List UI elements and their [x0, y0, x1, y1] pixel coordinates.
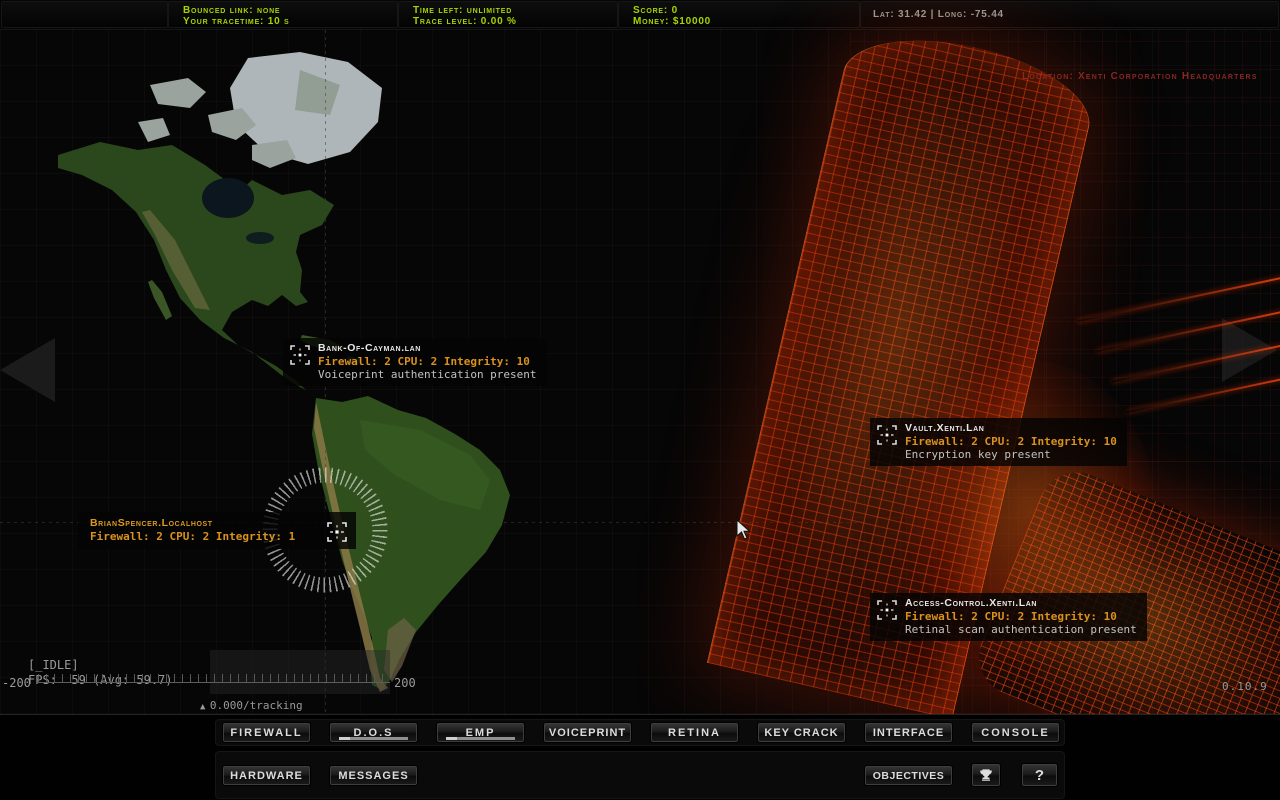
trophy-icon — [978, 767, 994, 783]
money-status: Money: $10000 — [633, 16, 711, 27]
time-left-status: Time left: unlimited — [413, 5, 512, 16]
node-name: Bank-Of-Cayman.lan — [318, 342, 537, 354]
retina-button[interactable]: RETINA — [650, 722, 739, 743]
node-stats: Firewall: 2 CPU: 2 Integrity: 10 — [905, 435, 1117, 448]
node-name: Access-Control.Xenti.Lan — [905, 597, 1137, 609]
node-stats: Firewall: 2 CPU: 2 Integrity: 10 — [318, 355, 537, 368]
interface-button[interactable]: INTERFACE — [864, 722, 953, 743]
node-access-control-xenti: Access-Control.Xenti.Lan Firewall: 2 CPU… — [870, 593, 1147, 641]
fps-graph-band — [210, 650, 390, 694]
lat-long-readout: Lat: 31.42 | Long: -75.44 — [873, 9, 1004, 20]
status-bar: Bounced link: none Your tracetime: 10 s … — [0, 0, 1280, 30]
tracking-readout: 0.000/tracking — [210, 699, 303, 712]
status-panel-score: Score: 0 Money: $10000 — [618, 1, 860, 28]
trace-level-status: Trace level: 0.00 % — [413, 16, 517, 27]
node-stats: Firewall: 2 CPU: 2 Integrity: 10 — [905, 610, 1137, 623]
mouse-cursor — [736, 519, 752, 541]
bounced-link-status: Bounced link: none — [183, 5, 280, 16]
status-panel-empty — [1, 1, 168, 28]
scroll-left-arrow[interactable] — [0, 338, 55, 402]
node-info: Retinal scan authentication present — [905, 623, 1137, 636]
dos-button[interactable]: D.O.S — [329, 722, 418, 743]
game-screen: Bounced link: none Your tracetime: 10 s … — [0, 0, 1280, 800]
key-crack-button[interactable]: KEY CRACK — [757, 722, 846, 743]
node-info: Encryption key present — [905, 448, 1117, 461]
location-label: Location: Xenti Corporation Headquarters — [1022, 71, 1258, 82]
target-crosshair-icon[interactable] — [876, 599, 898, 621]
node-stats: Firewall: 2 CPU: 2 Integrity: 1 — [90, 530, 295, 543]
node-brianspencer-localhost: BrianSpencer.Localhost Firewall: 2 CPU: … — [78, 512, 356, 549]
scale-min-label: -200 — [2, 676, 31, 690]
scale-max-label: 200 — [394, 676, 416, 690]
firewall-button[interactable]: FIREWALL — [222, 722, 311, 743]
node-name: Vault.Xenti.Lan — [905, 422, 1117, 434]
emp-button[interactable]: EMP — [436, 722, 525, 743]
target-crosshair-icon[interactable] — [289, 344, 311, 366]
target-crosshair-icon[interactable] — [326, 521, 348, 543]
achievements-button[interactable] — [971, 763, 1001, 787]
world-map[interactable]: Location: Xenti Corporation Headquarters… — [0, 30, 1280, 714]
node-vault-xenti: Vault.Xenti.Lan Firewall: 2 CPU: 2 Integ… — [870, 418, 1127, 466]
voiceprint-button[interactable]: VOICEPRINT — [543, 722, 632, 743]
charge-bar — [339, 737, 408, 740]
messages-button[interactable]: MESSAGES — [329, 765, 418, 786]
status-panel-coords: Lat: 31.42 | Long: -75.44 — [860, 1, 1279, 28]
scale-ruler — [38, 674, 390, 683]
node-info: Voiceprint authentication present — [318, 368, 537, 381]
status-panel-link: Bounced link: none Your tracetime: 10 s — [168, 1, 398, 28]
scroll-right-arrow[interactable] — [1222, 318, 1277, 382]
tracking-marker-icon: ▲ — [200, 702, 205, 712]
help-button[interactable]: ? — [1021, 763, 1058, 787]
engine-mode-readout: [_IDLE] — [28, 658, 79, 672]
hardware-button[interactable]: HARDWARE — [222, 765, 311, 786]
tracetime-status: Your tracetime: 10 s — [183, 16, 290, 27]
version-overlay: 0.10.9 — [1222, 680, 1268, 693]
toolbar-panel: FIREWALL D.O.S EMP VOICEPRINT RETINA KEY… — [0, 714, 1280, 800]
status-panel-trace: Time left: unlimited Trace level: 0.00 % — [398, 1, 618, 28]
charge-bar — [446, 737, 515, 740]
console-button[interactable]: CONSOLE — [971, 722, 1060, 743]
objectives-button[interactable]: OBJECTIVES — [864, 765, 953, 786]
score-status: Score: 0 — [633, 5, 678, 16]
node-name: BrianSpencer.Localhost — [90, 517, 295, 529]
node-bank-of-cayman: Bank-Of-Cayman.lan Firewall: 2 CPU: 2 In… — [283, 338, 547, 386]
target-crosshair-icon[interactable] — [876, 424, 898, 446]
question-mark-icon: ? — [1035, 767, 1044, 784]
